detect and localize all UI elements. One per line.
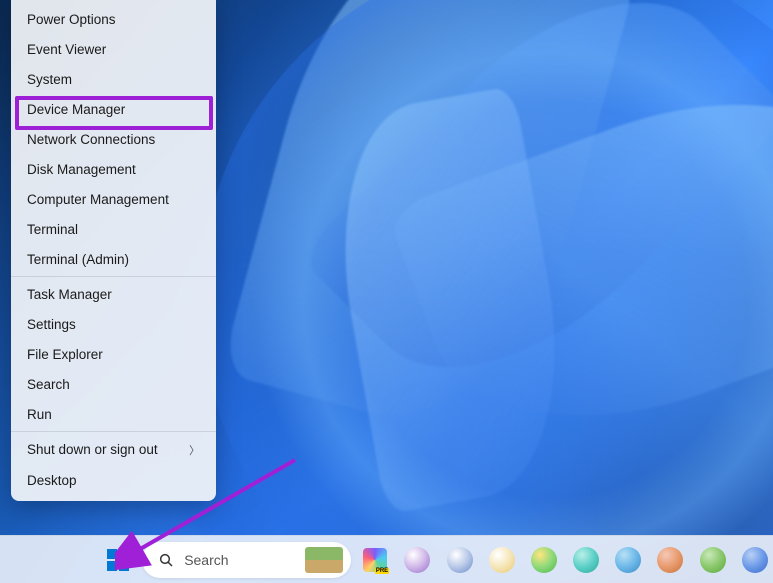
app-icon xyxy=(531,547,557,573)
taskbar-app-6[interactable] xyxy=(610,541,646,579)
menu-item-system[interactable]: System xyxy=(11,64,216,94)
search-icon xyxy=(158,552,174,568)
taskbar-app-2[interactable] xyxy=(441,541,477,579)
menu-item-settings[interactable]: Settings xyxy=(11,309,216,339)
menu-item-terminal[interactable]: Terminal xyxy=(11,214,216,244)
copilot-icon: PRE xyxy=(363,548,387,572)
menu-item-task-manager[interactable]: Task Manager xyxy=(11,279,216,309)
menu-item-disk-management[interactable]: Disk Management xyxy=(11,154,216,184)
menu-item-computer-management[interactable]: Computer Management xyxy=(11,184,216,214)
taskbar-app-7[interactable] xyxy=(652,541,688,579)
taskbar-app-4[interactable] xyxy=(526,541,562,579)
menu-item-run[interactable]: Run xyxy=(11,399,216,429)
menu-item-device-manager[interactable]: Device Manager xyxy=(11,94,216,124)
app-icon xyxy=(447,547,473,573)
taskbar-app-1[interactable] xyxy=(399,541,435,579)
taskbar-app-9[interactable] xyxy=(737,541,773,579)
start-button[interactable] xyxy=(100,541,136,579)
menu-item-search[interactable]: Search xyxy=(11,369,216,399)
menu-item-file-explorer[interactable]: File Explorer xyxy=(11,339,216,369)
taskbar-app-5[interactable] xyxy=(568,541,604,579)
taskbar-search-box[interactable]: Search xyxy=(142,542,351,578)
taskbar-app-copilot[interactable]: PRE xyxy=(357,541,393,579)
winx-context-menu: Power Options Event Viewer System Device… xyxy=(11,0,216,501)
windows-logo-icon xyxy=(107,549,129,571)
app-icon xyxy=(573,547,599,573)
menu-item-network-connections[interactable]: Network Connections xyxy=(11,124,216,154)
menu-separator xyxy=(11,431,216,432)
menu-item-event-viewer[interactable]: Event Viewer xyxy=(11,34,216,64)
menu-item-terminal-admin[interactable]: Terminal (Admin) xyxy=(11,244,216,274)
menu-item-power-options[interactable]: Power Options xyxy=(11,4,216,34)
chevron-right-icon: 〉 xyxy=(189,442,200,458)
menu-separator xyxy=(11,276,216,277)
search-placeholder: Search xyxy=(184,552,228,568)
app-icon xyxy=(657,547,683,573)
menu-item-shutdown-signout[interactable]: Shut down or sign out 〉 xyxy=(11,434,216,465)
app-icon xyxy=(615,547,641,573)
taskbar: Search PRE xyxy=(0,535,773,583)
search-highlight-image xyxy=(305,547,343,573)
app-icon xyxy=(404,547,430,573)
taskbar-app-8[interactable] xyxy=(695,541,731,579)
app-icon xyxy=(489,547,515,573)
app-icon xyxy=(742,547,768,573)
menu-item-desktop[interactable]: Desktop xyxy=(11,465,216,495)
app-icon xyxy=(700,547,726,573)
taskbar-app-3[interactable] xyxy=(484,541,520,579)
